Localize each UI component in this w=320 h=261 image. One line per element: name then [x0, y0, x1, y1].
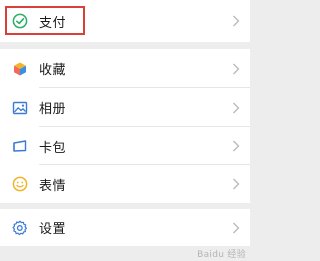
chevron-right-icon [233, 15, 240, 27]
menu-row-settings[interactable]: 设置 [0, 209, 250, 246]
watermark: Baidu 经验 [197, 250, 246, 260]
pay-group: 支付 [0, 0, 250, 42]
favorites-cube-icon [11, 60, 28, 77]
chevron-right-icon [233, 178, 240, 190]
menu-label-album: 相册 [39, 102, 67, 117]
card-wallet-icon [11, 138, 28, 155]
menu-row-stickers[interactable]: 表情 [0, 165, 250, 203]
menu-label-cards: 卡包 [39, 140, 67, 156]
highlight-box [5, 6, 85, 35]
wechat-me-menu: 支付 收藏 相册 卡包 表情 设置 Baidu 经验 [0, 0, 250, 261]
menu-row-album[interactable]: 相册 [0, 88, 250, 127]
chevron-right-icon [233, 63, 240, 74]
chevron-right-icon [233, 222, 240, 233]
main-items-group: 收藏 相册 卡包 表情 [0, 49, 250, 203]
smiley-emoji-icon [11, 176, 28, 193]
gear-settings-icon [11, 219, 28, 236]
menu-label-stickers: 表情 [39, 178, 67, 194]
album-picture-icon [11, 99, 28, 116]
chevron-right-icon [233, 140, 240, 152]
menu-row-cards[interactable]: 卡包 [0, 127, 250, 165]
chevron-right-icon [233, 102, 240, 113]
menu-row-favorites[interactable]: 收藏 [0, 49, 250, 88]
settings-group: 设置 [0, 209, 250, 246]
menu-label-settings: 设置 [39, 222, 67, 237]
menu-label-favorites: 收藏 [39, 63, 67, 78]
